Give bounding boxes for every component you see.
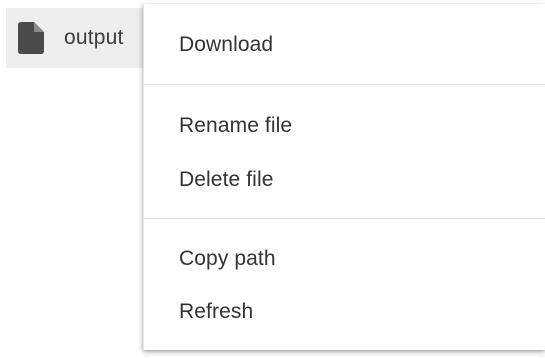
file-row[interactable]: output [6, 8, 166, 68]
menu-item-rename-file[interactable]: Rename file [179, 114, 292, 138]
file-icon [18, 22, 44, 54]
menu-divider [144, 218, 545, 219]
menu-item-copy-path[interactable]: Copy path [179, 247, 276, 271]
menu-item-delete-file[interactable]: Delete file [179, 168, 273, 192]
file-name[interactable]: output [64, 26, 124, 50]
menu-divider [144, 84, 545, 85]
menu-item-download[interactable]: Download [179, 33, 273, 57]
menu-item-refresh[interactable]: Refresh [179, 300, 253, 324]
context-menu: Download Rename file Delete file Copy pa… [143, 4, 545, 350]
